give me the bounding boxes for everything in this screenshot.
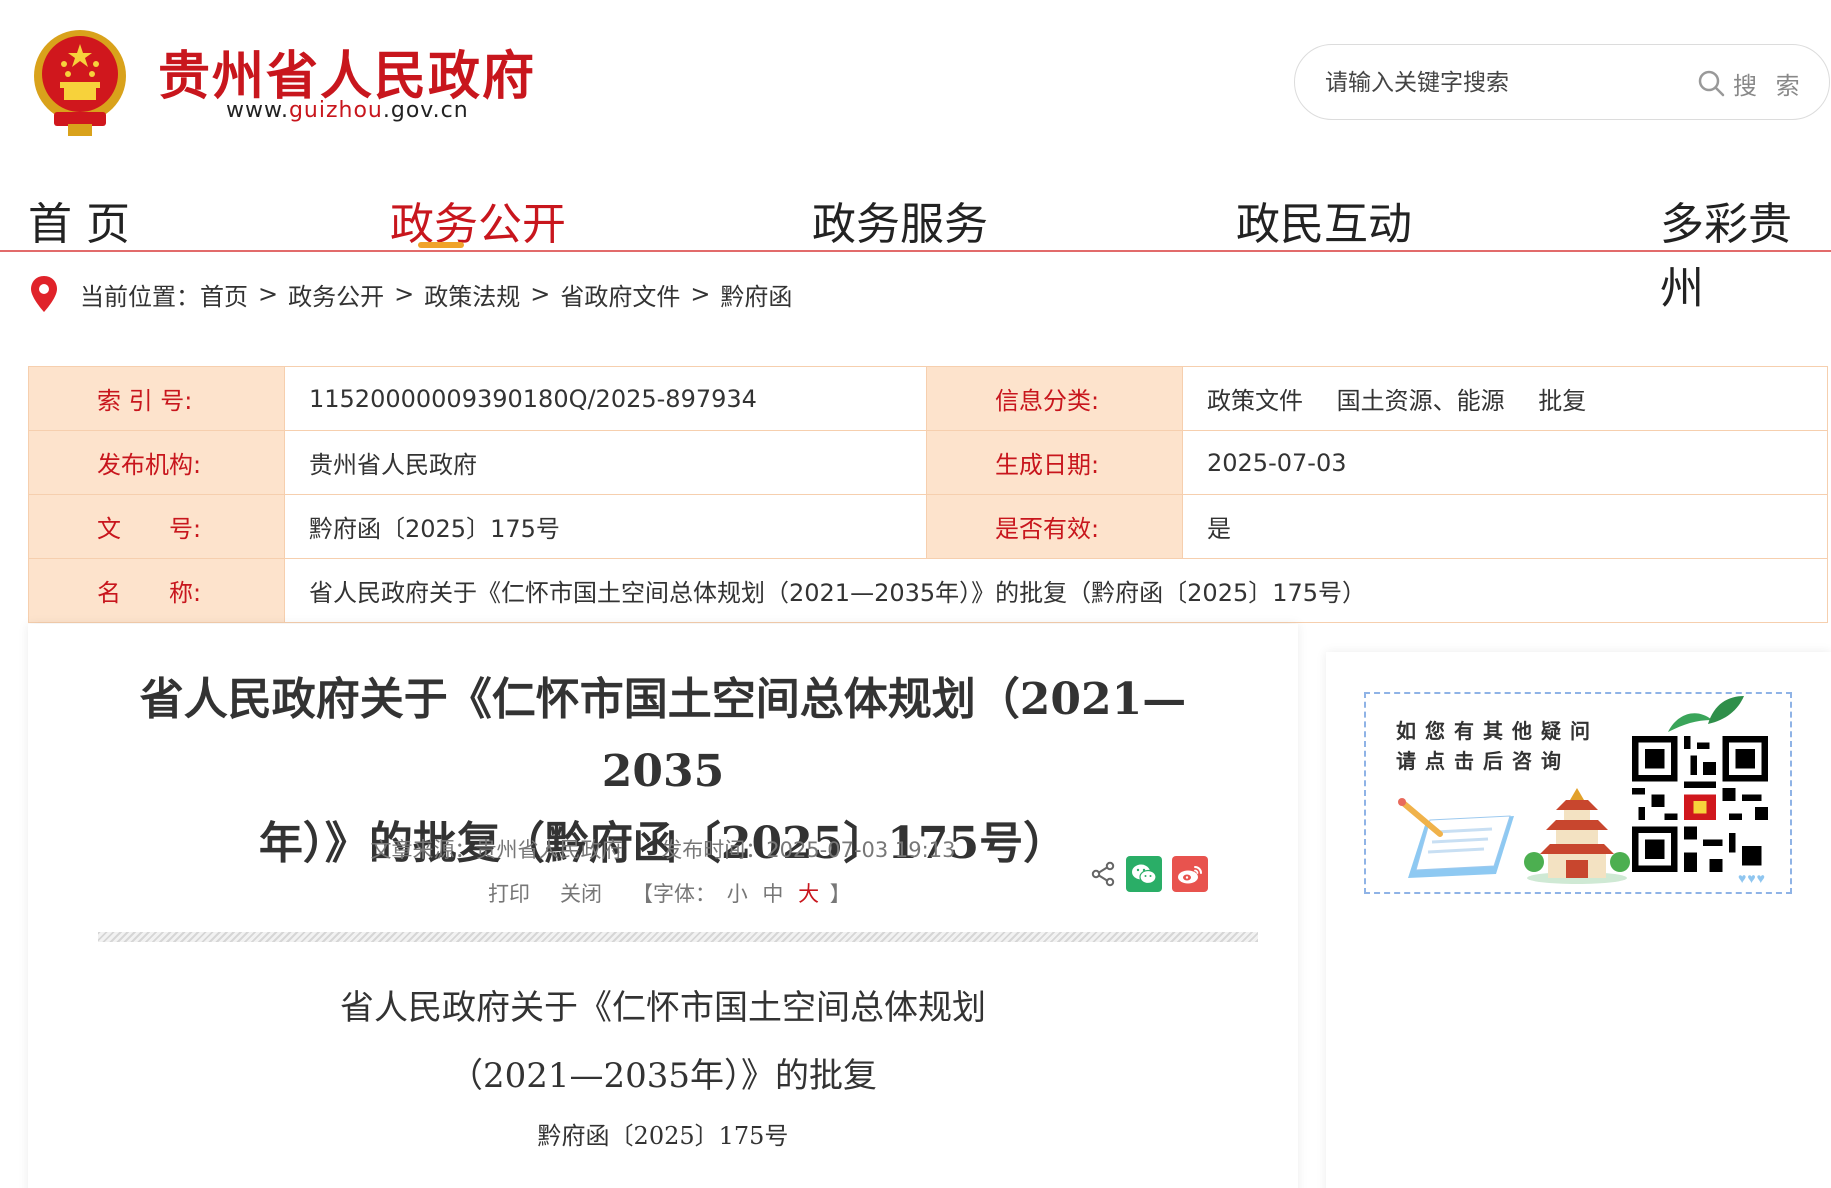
date-value: 2025-07-03 (1182, 430, 1828, 495)
qr-code-icon[interactable] (1632, 736, 1768, 872)
document-title: 省人民政府关于《仁怀市国土空间总体规划 （2021—2035年）》的批复 (28, 974, 1298, 1110)
breadcrumb-item-qianfuhan[interactable]: 黔府函 (720, 277, 792, 312)
consult-text: 如您有其他疑问 请点击后咨询 (1396, 716, 1599, 776)
share-icon[interactable] (1090, 861, 1116, 887)
main-nav: 首 页 政务公开 政务服务 政民互动 多彩贵州 (0, 172, 1831, 314)
font-suffix: 】 (829, 882, 851, 906)
breadcrumb: 当前位置： 首页 > 政务公开 > 政策法规 > 省政府文件 > 黔府函 (30, 274, 792, 314)
hearts-decoration-icon: ♥♥♥ (1738, 870, 1766, 886)
nav-item-interaction[interactable]: 政民互动 (1236, 188, 1412, 252)
breadcrumb-separator: > (258, 280, 279, 308)
table-row: 索 引 号: 11520000009390180Q/2025-897934 信息… (28, 366, 1828, 431)
table-row: 发布机构: 贵州省人民政府 生成日期: 2025-07-03 (28, 430, 1828, 495)
site-url-suffix: .gov.cn (382, 98, 469, 123)
docno-label: 文 号: (28, 494, 285, 559)
document-title-line: （2021—2035年）》的批复 (448, 1056, 878, 1096)
article-title-line: 省人民政府关于《仁怀市国土空间总体规划（2021—2035 (139, 674, 1187, 797)
category-item: 国土资源、能源 (1336, 387, 1505, 415)
article-tools: 打印 关闭 【字体： 小 中 大 】 (488, 878, 851, 908)
valid-label: 是否有效: (926, 494, 1183, 559)
document-title-line: 省人民政府关于《仁怀市国土空间总体规划 (340, 988, 986, 1028)
valid-value: 是 (1182, 494, 1828, 559)
font-large-button[interactable]: 大 (798, 882, 819, 906)
breadcrumb-item-home[interactable]: 首页 (200, 277, 248, 312)
pavilion-illustration-icon (1524, 788, 1630, 884)
font-size-control: 【字体： 小 中 大 】 (632, 878, 851, 908)
breadcrumb-separator: > (394, 280, 415, 308)
site-url[interactable]: www.guizhou.gov.cn (226, 98, 469, 123)
search-button-label: 搜 索 (1733, 72, 1806, 100)
consult-line: 请点击后咨询 (1396, 749, 1570, 773)
index-value: 11520000009390180Q/2025-897934 (284, 366, 927, 431)
breadcrumb-separator: > (530, 280, 551, 308)
weibo-icon (1178, 866, 1202, 884)
table-row: 文 号: 黔府函〔2025〕175号 是否有效: 是 (28, 494, 1828, 559)
nav-item-gov-affairs-open[interactable]: 政务公开 (390, 188, 566, 252)
font-small-button[interactable]: 小 (727, 882, 748, 906)
article-divider (98, 932, 1258, 942)
search-box: 搜 索 (1294, 44, 1830, 120)
article-publish-time: 发布时间：2025-07-03 19:13 (661, 838, 956, 862)
search-input[interactable] (1325, 63, 1665, 103)
document-illustration-icon (1398, 798, 1514, 878)
nav-item-gov-services[interactable]: 政务服务 (812, 188, 988, 252)
document-info-table: 索 引 号: 11520000009390180Q/2025-897934 信息… (28, 366, 1828, 623)
site-url-highlight: guizhou (288, 98, 383, 123)
category-value: 政策文件 国土资源、能源 批复 (1182, 366, 1828, 431)
category-label: 信息分类: (926, 366, 1183, 431)
nav-item-colorful-guizhou[interactable]: 多彩贵州 (1660, 188, 1831, 316)
category-item: 政策文件 (1207, 387, 1303, 415)
publisher-label: 发布机构: (28, 430, 285, 495)
table-row: 名 称: 省人民政府关于《仁怀市国土空间总体规划（2021—2035年）》的批复… (28, 558, 1828, 623)
article-source: 文章来源：贵州省人民政府 (370, 838, 623, 862)
category-item: 批复 (1538, 387, 1587, 415)
share-bar (1090, 856, 1208, 892)
leaf-decoration-icon (1668, 696, 1744, 732)
publisher-value: 贵州省人民政府 (284, 430, 927, 495)
search-icon (1698, 70, 1725, 97)
breadcrumb-item-policy[interactable]: 政策法规 (424, 277, 520, 312)
site-url-prefix: www. (226, 98, 289, 123)
location-pin-icon (31, 276, 57, 312)
document-number: 黔府函〔2025〕175号 (537, 1122, 789, 1150)
consult-line: 如您有其他疑问 (1396, 719, 1599, 743)
weibo-share-button[interactable] (1172, 856, 1208, 892)
side-panel: 如您有其他疑问 请点击后咨询 ♥♥♥ (1326, 652, 1831, 1188)
index-label: 索 引 号: (28, 366, 285, 431)
date-label: 生成日期: (926, 430, 1183, 495)
nav-active-indicator (418, 242, 464, 248)
font-medium-button[interactable]: 中 (762, 882, 783, 906)
font-prefix: 【字体： (632, 882, 716, 906)
consult-banner[interactable]: 如您有其他疑问 请点击后咨询 ♥♥♥ (1364, 692, 1792, 894)
name-label: 名 称: (28, 558, 285, 623)
national-emblem-icon[interactable] (28, 26, 132, 138)
site-header: 贵州省人民政府 www.guizhou.gov.cn 搜 索 (0, 0, 1831, 160)
breadcrumb-item-gov-open[interactable]: 政务公开 (288, 277, 384, 312)
nav-item-home[interactable]: 首 页 (28, 188, 130, 252)
breadcrumb-separator: > (690, 280, 711, 308)
wechat-icon (1132, 864, 1157, 885)
print-link[interactable]: 打印 (488, 878, 530, 908)
name-value: 省人民政府关于《仁怀市国土空间总体规划（2021—2035年）》的批复（黔府函〔… (284, 558, 1828, 623)
docno-value: 黔府函〔2025〕175号 (284, 494, 927, 559)
close-link[interactable]: 关闭 (560, 878, 602, 908)
article-card: 省人民政府关于《仁怀市国土空间总体规划（2021—2035 年）》的批复（黔府函… (28, 624, 1298, 1188)
search-button[interactable]: 搜 索 (1697, 63, 1806, 103)
breadcrumb-prefix: 当前位置： (80, 282, 200, 311)
wechat-share-button[interactable] (1126, 856, 1162, 892)
breadcrumb-item-provincial-docs[interactable]: 省政府文件 (560, 277, 680, 312)
